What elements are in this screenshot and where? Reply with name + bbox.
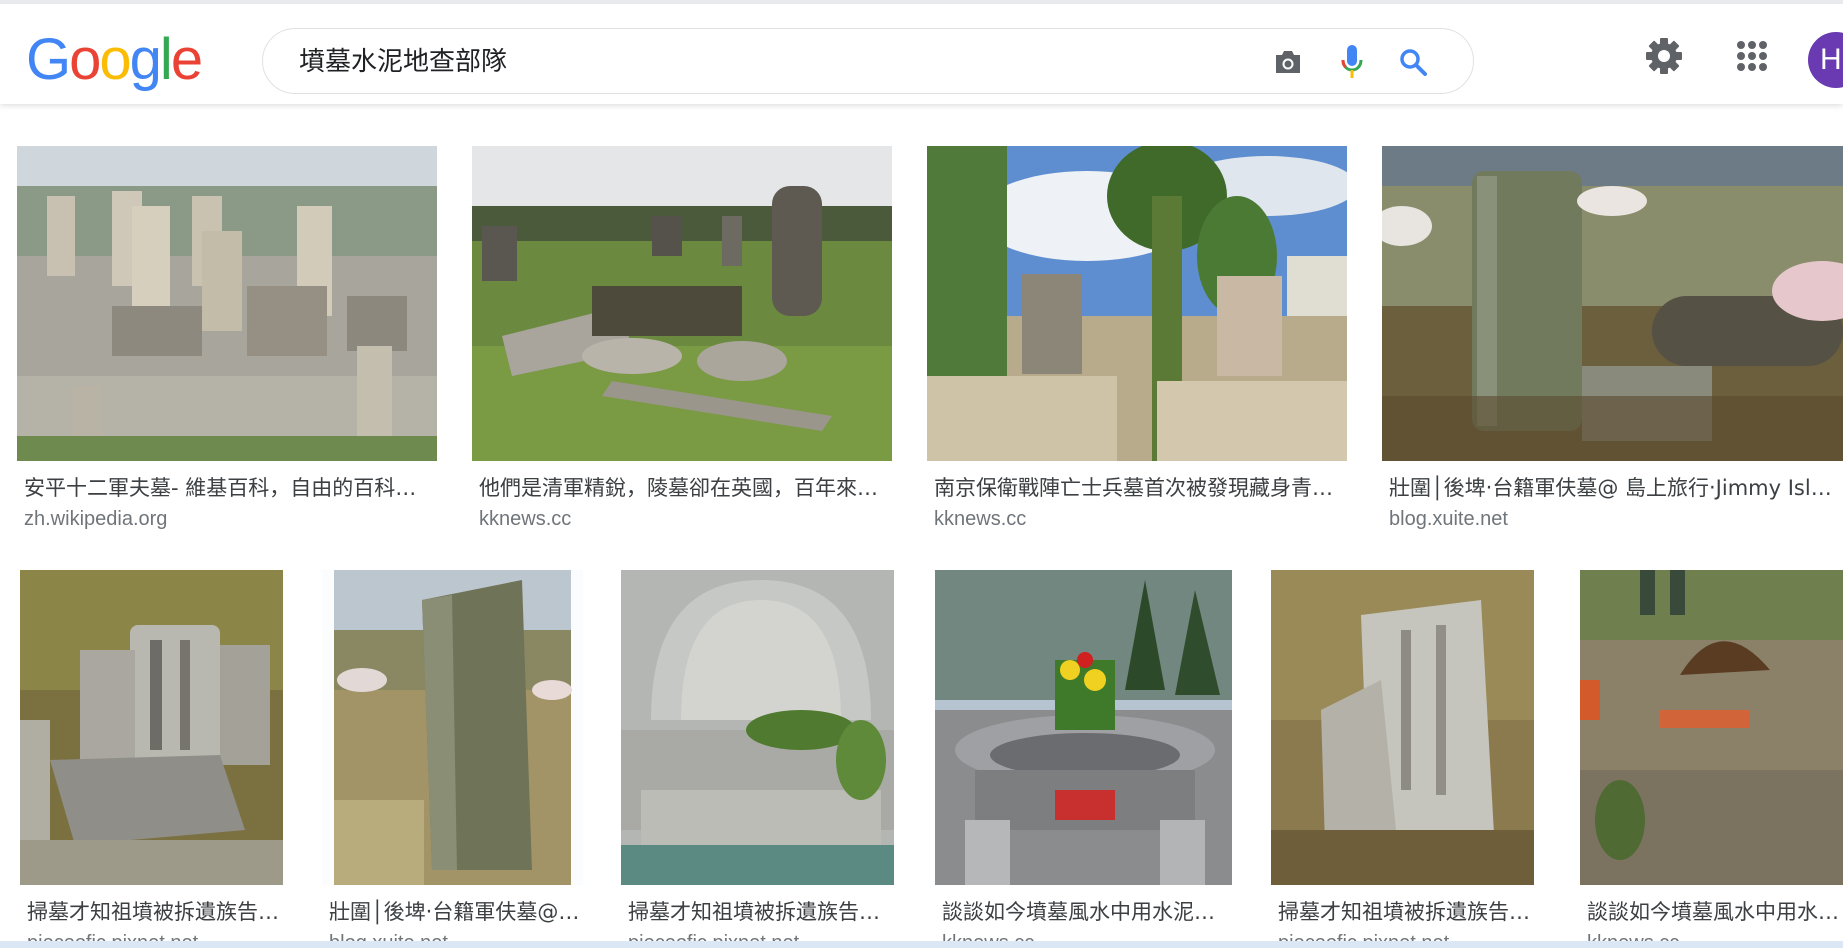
image-result-card[interactable]: 掃墓才知祖墳被拆遺族告鎮公所 pieceofic.pixnet.net bbox=[621, 570, 894, 948]
result-thumbnail[interactable] bbox=[1580, 570, 1843, 885]
image-result-card[interactable]: 他們是清軍精銳，陵墓卻在英國，百年來無人問津 kknews.cc bbox=[472, 146, 892, 531]
result-thumbnail[interactable] bbox=[621, 570, 894, 885]
gear-icon[interactable] bbox=[1642, 34, 1686, 78]
result-thumbnail[interactable] bbox=[20, 570, 283, 885]
image-result-card[interactable]: 壯圍│後埤‧台籍軍伕墓@ 島上旅行‧Jimmy Island blog.xuit… bbox=[1382, 146, 1843, 531]
avatar[interactable]: H bbox=[1808, 32, 1843, 88]
logo-letter: l bbox=[159, 27, 173, 92]
image-result-card[interactable]: 安平十二軍夫墓- 維基百科，自由的百科全書 zh.wikipedia.org bbox=[17, 146, 437, 531]
result-domain: kknews.cc bbox=[479, 508, 572, 530]
camera-icon[interactable] bbox=[1269, 43, 1307, 81]
result-title[interactable]: 他們是清軍精銳，陵墓卻在英國，百年來無人問津 bbox=[472, 475, 892, 501]
result-thumbnail[interactable] bbox=[935, 570, 1232, 885]
result-thumbnail[interactable] bbox=[472, 146, 892, 461]
result-title[interactable]: 談談如今墳墓風水中用水泥的問題 bbox=[1580, 899, 1843, 925]
logo-letter: G bbox=[26, 27, 71, 92]
result-domain: blog.xuite.net bbox=[1389, 508, 1508, 530]
bottom-scroll-edge bbox=[0, 941, 1843, 948]
result-title[interactable]: 壯圍│後埤‧台籍軍伕墓@ 島上旅行 bbox=[322, 899, 583, 925]
search-input[interactable]: 墳墓水泥地查部隊 bbox=[299, 47, 507, 77]
result-title[interactable]: 安平十二軍夫墓- 維基百科，自由的百科全書 bbox=[17, 475, 437, 501]
logo-letter: g bbox=[129, 27, 162, 92]
search-icon[interactable] bbox=[1394, 43, 1432, 81]
result-title[interactable]: 掃墓才知祖墳被拆遺族告鎮公所 bbox=[20, 899, 283, 925]
image-result-card[interactable]: 談談如今墳墓風水中用水泥的問題 kknews.cc bbox=[1580, 570, 1843, 948]
image-result-card[interactable]: 掃墓才知祖墳被拆遺族告鎮公所 pieceofic.pixnet.net bbox=[1271, 570, 1534, 948]
image-result-card[interactable]: 掃墓才知祖墳被拆遺族告鎮公所 pieceofic.pixnet.net bbox=[20, 570, 283, 948]
search-box[interactable]: 墳墓水泥地查部隊 bbox=[262, 28, 1474, 94]
result-thumbnail[interactable] bbox=[1271, 570, 1534, 885]
result-thumbnail[interactable] bbox=[927, 146, 1347, 461]
result-title[interactable]: 壯圍│後埤‧台籍軍伕墓@ 島上旅行‧Jimmy Island bbox=[1382, 475, 1843, 501]
result-title[interactable]: 南京保衛戰陣亡士兵墓首次被發現藏身青龍山 bbox=[927, 475, 1347, 501]
image-result-card[interactable]: 談談如今墳墓風水中用水泥的問題 kknews.cc bbox=[935, 570, 1232, 948]
result-thumbnail[interactable] bbox=[1382, 146, 1843, 461]
apps-grid-icon[interactable] bbox=[1730, 34, 1774, 78]
image-result-card[interactable]: 壯圍│後埤‧台籍軍伕墓@ 島上旅行 blog.xuite.net bbox=[322, 570, 583, 948]
result-thumbnail[interactable] bbox=[322, 570, 583, 885]
result-domain: kknews.cc bbox=[934, 508, 1027, 530]
result-title[interactable]: 談談如今墳墓風水中用水泥的問題 bbox=[935, 899, 1232, 925]
logo-letter: o bbox=[99, 27, 131, 92]
logo-letter: e bbox=[170, 27, 203, 92]
image-results-grid: 安平十二軍夫墓- 維基百科，自由的百科全書 zh.wikipedia.org 他… bbox=[0, 104, 1843, 948]
logo-letter: o bbox=[69, 27, 101, 92]
image-result-card[interactable]: 南京保衛戰陣亡士兵墓首次被發現藏身青龍山 kknews.cc bbox=[927, 146, 1347, 531]
result-title[interactable]: 掃墓才知祖墳被拆遺族告鎮公所 bbox=[621, 899, 894, 925]
result-domain: zh.wikipedia.org bbox=[24, 508, 168, 530]
google-logo[interactable]: Google bbox=[26, 27, 203, 92]
top-bar: Google 墳墓水泥地查部隊 H bbox=[0, 0, 1843, 104]
result-title[interactable]: 掃墓才知祖墳被拆遺族告鎮公所 bbox=[1271, 899, 1534, 925]
result-thumbnail[interactable] bbox=[17, 146, 437, 461]
microphone-icon[interactable] bbox=[1333, 43, 1371, 81]
